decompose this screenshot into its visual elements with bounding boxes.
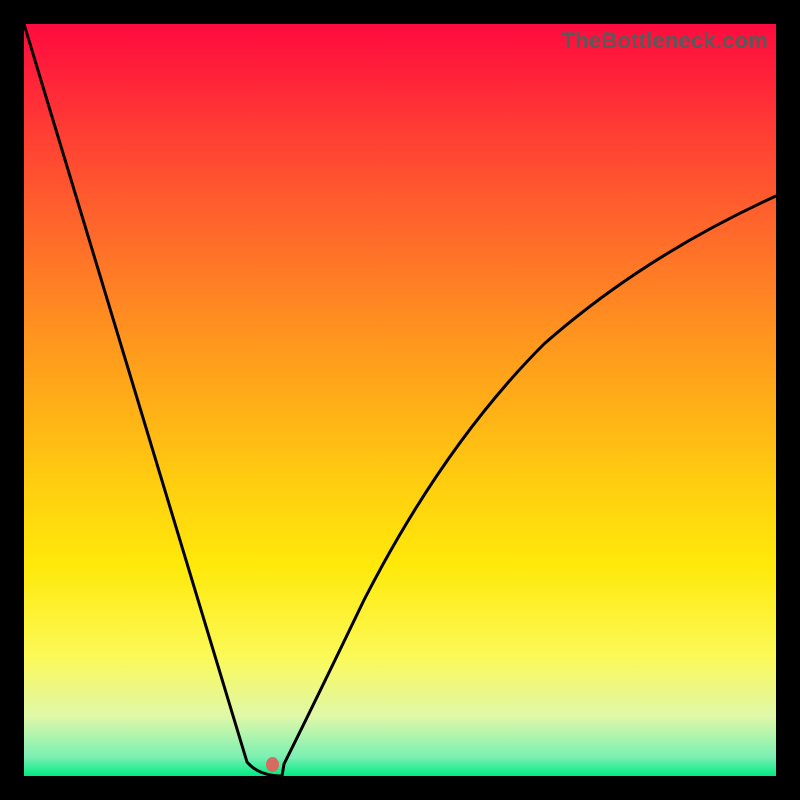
bottleneck-curve <box>24 24 776 776</box>
chart-frame: TheBottleneck.com <box>0 0 800 800</box>
plot-area: TheBottleneck.com <box>24 24 776 776</box>
minimum-marker <box>266 757 279 772</box>
curve-path <box>24 24 776 776</box>
